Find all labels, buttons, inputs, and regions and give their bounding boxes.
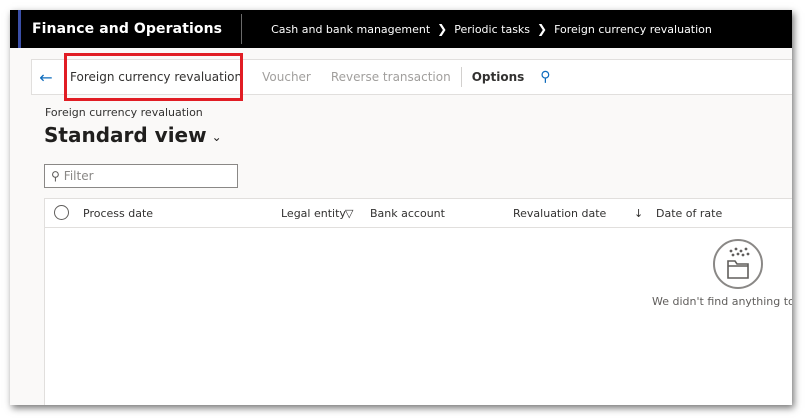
search-icon: ⚲ <box>51 169 60 183</box>
view-name: Standard view <box>44 123 207 147</box>
nav-divider <box>241 14 243 44</box>
filter-input[interactable]: ⚲ Filter <box>44 164 238 188</box>
action-foreign-currency-revaluation[interactable]: Foreign currency revaluation <box>60 70 252 84</box>
app-window: Finance and Operations Cash and bank man… <box>10 10 792 405</box>
search-icon[interactable]: ⚲ <box>540 69 550 85</box>
back-arrow-icon[interactable]: ← <box>32 68 60 87</box>
data-grid: Process date Legal entity ▽ Bank account… <box>44 198 792 405</box>
action-pane: ← Foreign currency revaluation Voucher R… <box>31 59 792 95</box>
breadcrumb-cash-bank[interactable]: Cash and bank management <box>271 23 430 36</box>
chevron-right-icon: ❯ <box>437 22 448 36</box>
view-selector[interactable]: Standard view ⌄ <box>44 123 222 147</box>
grid-header-row: Process date Legal entity ▽ Bank account… <box>45 199 792 228</box>
action-options[interactable]: Options <box>462 70 535 84</box>
breadcrumb-foreign-currency[interactable]: Foreign currency revaluation <box>554 23 712 36</box>
empty-state-message: We didn't find anything to sh <box>652 295 792 308</box>
action-voucher[interactable]: Voucher <box>252 70 321 84</box>
top-navbar: Finance and Operations Cash and bank man… <box>10 10 792 48</box>
column-legal-entity[interactable]: Legal entity <box>281 207 346 220</box>
filter-funnel-icon[interactable]: ▽ <box>345 207 353 220</box>
sort-down-arrow-icon[interactable]: ↓ <box>634 207 643 220</box>
app-title[interactable]: Finance and Operations <box>32 21 222 37</box>
breadcrumb: Cash and bank management ❯ Periodic task… <box>271 22 712 36</box>
chevron-down-icon: ⌄ <box>211 130 222 144</box>
column-date-of-rate[interactable]: Date of rate <box>656 207 722 220</box>
action-reverse-transaction[interactable]: Reverse transaction <box>321 70 461 84</box>
column-revaluation-date[interactable]: Revaluation date <box>513 207 606 220</box>
empty-folder-icon <box>713 239 763 289</box>
column-bank-account[interactable]: Bank account <box>370 207 445 220</box>
breadcrumb-periodic-tasks[interactable]: Periodic tasks <box>454 23 530 36</box>
page-caption: Foreign currency revaluation <box>45 106 203 119</box>
nav-accent-bar <box>18 10 21 48</box>
chevron-right-icon: ❯ <box>537 22 548 36</box>
select-all-radio[interactable] <box>54 205 69 220</box>
filter-placeholder: Filter <box>63 169 94 183</box>
column-process-date[interactable]: Process date <box>83 207 153 220</box>
